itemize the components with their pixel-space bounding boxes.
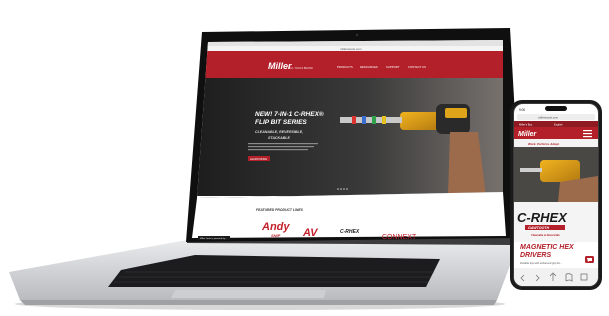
webcam-icon [355,33,359,37]
laptop-screen: millerstools.com Miller MILL TOOLS BRAND… [197,40,503,198]
laptop: millerstools.com Miller MILL TOOLS BRAND… [9,28,522,310]
phone-headline-2: DRIVERS [520,252,551,259]
laptop-trackpad [171,290,326,298]
phone-product-logo-sub: GAWTOOTH [528,226,550,230]
hero-cta-label: LEARN MORE [250,157,267,161]
phone-product-logo: C-RHEX [517,210,568,225]
phone-time: 9:00 [519,108,525,112]
logo-connext[interactable]: CONNEXT [382,234,417,241]
hero-sub-1: CLEANABLE, REVERSIBLE, [255,130,303,134]
phone-notch [545,106,567,111]
phone-link-lang[interactable]: English [554,123,563,127]
nav-resources[interactable]: RESOURCES [360,65,378,69]
phone-logo[interactable]: Miller [518,131,538,138]
logo-andy[interactable]: Andy [261,221,290,233]
logo-crhex[interactable]: C-RHEX [340,229,360,235]
device-mockup-scene: millerstools.com Miller MILL TOOLS BRAND… [0,0,609,316]
hero-heading-2: FLIP BIT SERIES [255,119,307,126]
phone-body-text: Durable tips with enhanced grip for... [520,261,562,265]
logo-av[interactable]: AV [302,227,319,239]
status-tooltip: Miller Tools is powered by... [200,237,227,240]
browser-url: millerstools.com [340,47,362,51]
hero-heading-1: NEW! 7-IN-1 C-RHEX® [255,110,324,118]
nav-contact[interactable]: CONTACT US [408,65,426,69]
featured-title: FEATURED PRODUCT LINES [256,208,304,212]
phone-drill [540,160,580,182]
nav-support[interactable]: SUPPORT [386,65,400,69]
phone-tagline: Work. Perform. Adapt. [528,142,560,146]
menu-icon[interactable] [583,130,592,138]
phone-toolbar [514,268,598,286]
logo-snip[interactable]: SNIP [271,233,281,238]
hero-body-text [248,143,318,151]
phone-link-buy[interactable]: Miller's Buy [519,123,533,127]
phone-url: millerstools.com [538,116,559,120]
phone-headline-1: MAGNETIC HEX [520,244,575,251]
laptop-base-edge [20,300,497,305]
nav-products[interactable]: PRODUCTS [337,65,353,69]
site-logo-sub: MILL TOOLS BRAND [288,66,313,70]
hero-sub-2: STACKABLE [268,136,290,140]
mockup-svg: millerstools.com Miller MILL TOOLS BRAND… [9,28,602,310]
phone-product-logo-note: Cleanable & Reversible [531,233,560,237]
phone-screen: 9:00 millerstools.com Miller's Buy Engli… [514,104,598,286]
phone: 9:00 millerstools.com Miller's Buy Engli… [510,100,602,290]
